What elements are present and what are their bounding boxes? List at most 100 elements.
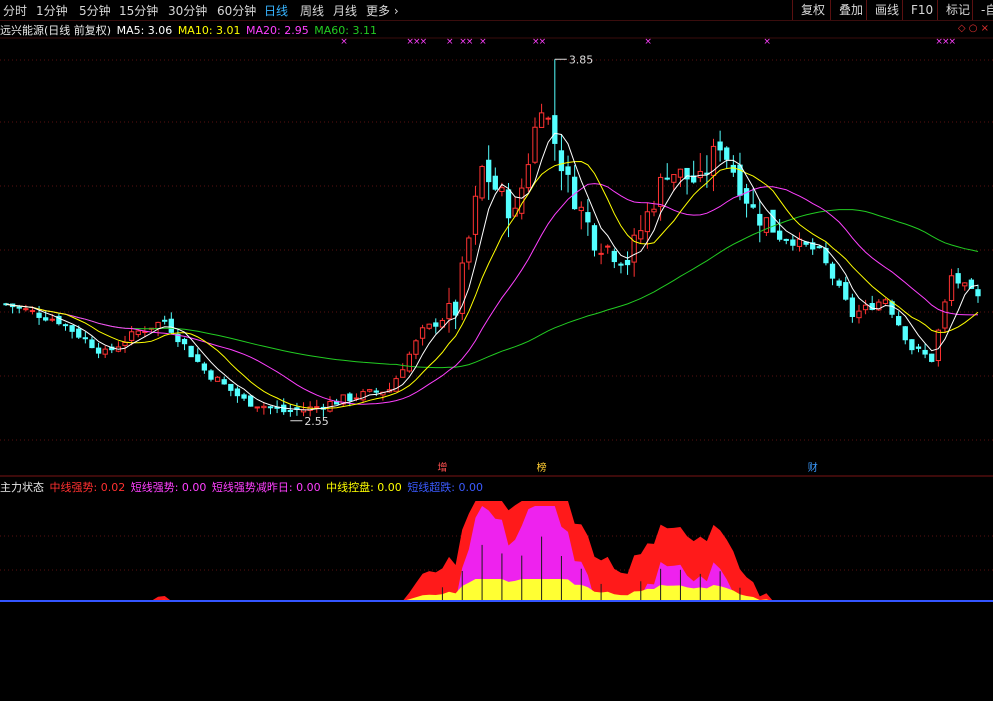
candle-body — [181, 338, 188, 345]
candle-body — [955, 273, 961, 284]
candle-body — [697, 170, 703, 179]
candle-body — [843, 282, 849, 300]
candle-body — [942, 301, 948, 329]
candle-body — [76, 328, 82, 338]
candle-body — [763, 217, 770, 233]
candle-body — [750, 204, 756, 208]
candle-body — [565, 166, 571, 175]
candle-body — [419, 327, 426, 339]
candle-body — [135, 330, 141, 336]
candle-body — [558, 150, 565, 172]
signal-x-marker: × — [763, 37, 771, 47]
candle-body — [882, 299, 889, 305]
candle-body — [743, 188, 750, 204]
candle-body — [486, 159, 492, 183]
candle-body — [816, 246, 822, 249]
candle-body — [611, 250, 617, 263]
candle-body — [624, 259, 631, 266]
short-surge-label: 短线超跌: 0.00 — [407, 481, 484, 494]
candle-body — [367, 389, 373, 392]
candle-body — [433, 322, 439, 327]
candle-body — [717, 141, 723, 151]
candle-body — [16, 306, 22, 309]
candle-body — [195, 354, 201, 362]
candle-body — [896, 316, 902, 326]
candle-body — [909, 339, 915, 351]
candle-body — [829, 263, 836, 279]
candle-body — [466, 237, 472, 263]
low-price-label: 2.55 — [304, 415, 329, 428]
candle-body — [95, 347, 102, 354]
event-tag-1[interactable]: 榜 — [535, 462, 549, 476]
candle-body — [545, 117, 551, 120]
candle-body — [856, 310, 862, 319]
candle-body — [578, 206, 584, 212]
candle-body — [651, 208, 657, 213]
candle-body — [664, 177, 670, 180]
candle-body — [82, 337, 88, 340]
candle-body — [783, 238, 789, 241]
candle-body — [671, 174, 677, 183]
candle-body — [585, 212, 591, 223]
candle-body — [62, 324, 69, 327]
candle-body — [234, 388, 241, 397]
signal-x-marker: × — [420, 37, 428, 47]
candle-body — [929, 353, 935, 362]
signal-x-marker: × — [466, 37, 474, 47]
candle-body — [505, 189, 512, 219]
candle-body — [446, 302, 452, 320]
candle-body — [605, 245, 611, 248]
candle-body — [730, 164, 736, 173]
short-weak-reduce-label: 短线强势减昨日: 0.00 — [211, 481, 321, 494]
candle-body — [492, 175, 498, 190]
mid-control-area — [6, 579, 978, 601]
candle-body — [228, 383, 234, 391]
candle-body — [406, 353, 412, 372]
event-tag-2[interactable]: 财 — [806, 462, 820, 476]
candle-body — [102, 348, 108, 355]
candle-body — [902, 326, 908, 341]
candle-body — [69, 325, 75, 332]
candle-body — [962, 282, 968, 287]
candle-body — [201, 363, 208, 371]
candle-body — [915, 346, 922, 349]
candle-body — [657, 176, 664, 207]
signal-x-marker: × — [949, 37, 957, 47]
candle-body — [790, 239, 796, 246]
candle-body — [261, 405, 267, 409]
high-price-label: 3.85 — [569, 53, 594, 66]
candle-body — [89, 339, 95, 349]
chart-canvas[interactable]: 3.852.55× × × × × × × × × × × × × × × — [0, 0, 993, 701]
candle-body — [254, 406, 260, 409]
candle-body — [221, 379, 227, 385]
ma60-line — [5, 209, 979, 369]
mid-strong-label: 中线强势: 0.02 — [49, 481, 126, 494]
signal-x-marker: × — [446, 37, 454, 47]
candle-body — [347, 393, 353, 402]
event-tag-0[interactable]: 增 — [435, 462, 449, 476]
ma20-line — [5, 183, 979, 405]
candle-body — [241, 394, 247, 399]
candle-body — [552, 115, 558, 144]
candle-body — [49, 318, 55, 321]
candle-body — [426, 323, 432, 329]
candle-body — [512, 207, 518, 217]
candle-body — [862, 304, 869, 311]
candle-body — [400, 369, 406, 378]
candle-body — [314, 406, 320, 409]
indicator-name: 主力状态 — [0, 481, 44, 494]
candle-body — [618, 263, 624, 266]
candle-body — [208, 370, 214, 380]
candle-body — [267, 406, 274, 409]
candle-body — [29, 310, 36, 313]
candle-body — [598, 252, 604, 255]
signal-x-marker: × — [479, 37, 487, 47]
candle-body — [644, 211, 651, 233]
candle-body — [849, 297, 856, 317]
candle-body — [122, 342, 128, 346]
candle-body — [770, 209, 776, 233]
candle-body — [23, 308, 29, 311]
candle-body — [499, 187, 505, 192]
candle-body — [922, 349, 928, 355]
candle-body — [975, 289, 981, 297]
